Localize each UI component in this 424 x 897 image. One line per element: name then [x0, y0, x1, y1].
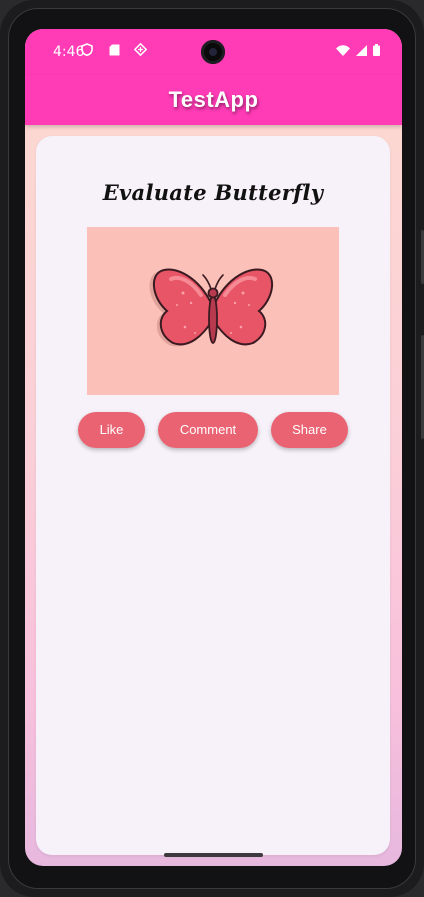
front-camera — [201, 40, 225, 64]
shield-icon — [81, 43, 93, 61]
device-frame: 4:46 TestApp Evaluate Butterfly Like Com… — [0, 0, 424, 897]
action-buttons: Like Comment Share — [36, 412, 390, 448]
wifi-icon — [336, 43, 350, 61]
comment-button[interactable]: Comment — [158, 412, 258, 448]
status-time: 4:46 — [53, 44, 85, 60]
app-bar: TestApp — [25, 75, 402, 125]
status-icons-right — [336, 43, 380, 61]
screen: 4:46 TestApp Evaluate Butterfly Like Com… — [25, 29, 402, 866]
status-icons-left — [81, 42, 148, 61]
battery-icon — [373, 43, 380, 61]
share-button[interactable]: Share — [271, 412, 348, 448]
butterfly-image — [87, 227, 339, 395]
signal-icon — [356, 43, 367, 61]
app-title: TestApp — [168, 87, 259, 112]
gesture-navigation-bar[interactable] — [164, 853, 263, 857]
status-bar: 4:46 — [25, 29, 402, 75]
data-saver-icon — [133, 42, 148, 61]
sd-card-icon — [109, 43, 120, 61]
like-button[interactable]: Like — [78, 412, 145, 448]
card-title: Evaluate Butterfly — [102, 180, 324, 205]
butterfly-illustration — [149, 268, 274, 347]
content-card: Evaluate Butterfly Like Comment Share — [36, 136, 390, 855]
